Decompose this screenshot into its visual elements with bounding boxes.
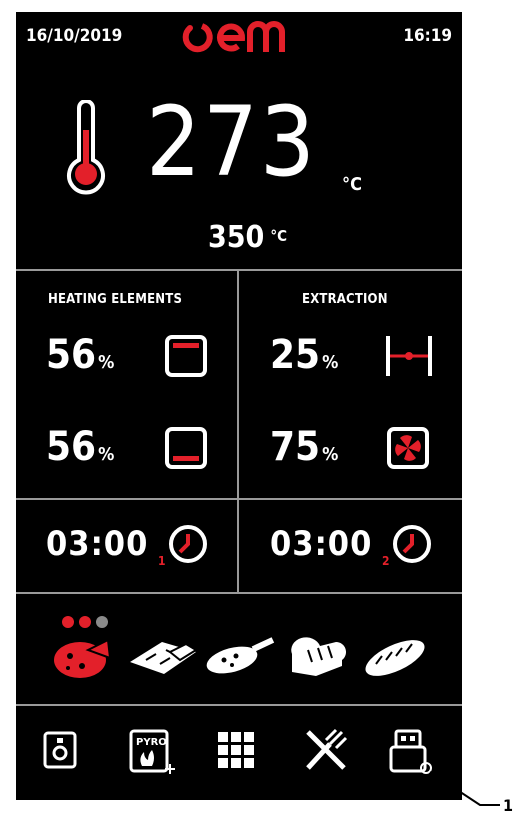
current-temperature-unit: °C	[342, 174, 362, 195]
tools-icon[interactable]	[304, 728, 348, 772]
divider	[16, 592, 462, 594]
time-label: 16:19	[403, 26, 452, 46]
brand-logo	[182, 16, 292, 64]
callout-number: 1	[502, 796, 513, 815]
level-dot	[62, 616, 74, 628]
callout-leader-line	[420, 762, 500, 806]
top-heating-unit: %	[98, 352, 115, 373]
extraction-title: EXTRACTION	[302, 292, 388, 307]
level-dot	[79, 616, 91, 628]
valve-value[interactable]: 25%	[270, 332, 338, 378]
date-label: 16/10/2019	[26, 26, 123, 46]
timer-2-value[interactable]: 03:00	[270, 524, 372, 564]
divider	[16, 498, 462, 500]
extraction-fan-icon[interactable]	[386, 426, 430, 470]
timer-2-index: 2	[382, 554, 390, 568]
top-heating-number: 56	[46, 332, 97, 378]
focaccia-tray-icon[interactable]	[126, 632, 200, 680]
oven-door-icon[interactable]	[42, 730, 78, 770]
bottom-heating-element-icon[interactable]	[164, 426, 208, 470]
oem-logo	[182, 21, 285, 53]
pyro-label: PYRO	[136, 737, 167, 748]
fan-unit: %	[322, 444, 339, 465]
bottom-heating-value[interactable]: 56%	[46, 424, 114, 470]
baguette-icon[interactable]	[360, 632, 430, 680]
set-temperature-unit: °C	[270, 227, 287, 245]
bottom-heating-unit: %	[98, 444, 115, 465]
valve-number: 25	[270, 332, 321, 378]
set-temperature[interactable]: 350 °C	[208, 220, 287, 255]
top-heating-value[interactable]: 56%	[46, 332, 114, 378]
divider	[16, 269, 462, 271]
divider	[237, 269, 239, 592]
pizza-icon[interactable]	[52, 630, 114, 682]
timer-1-value[interactable]: 03:00	[46, 524, 148, 564]
oven-screen: 16/10/2019 16:19 273 °C 350 °C HEATING EL…	[16, 12, 462, 800]
current-temperature: 273	[146, 86, 317, 198]
heating-elements-title: HEATING ELEMENTS	[48, 292, 183, 307]
extraction-valve-icon[interactable]	[384, 334, 434, 378]
fan-number: 75	[270, 424, 321, 470]
timer-1-index: 1	[158, 554, 166, 568]
divider	[16, 704, 462, 706]
set-temperature-value: 350	[208, 220, 265, 255]
bread-loaf-icon[interactable]	[286, 632, 346, 680]
fan-value[interactable]: 75%	[270, 424, 338, 470]
thermometer-icon	[67, 100, 105, 195]
valve-unit: %	[322, 352, 339, 373]
apps-grid-icon[interactable]	[216, 730, 256, 770]
pyro-cleaning-icon[interactable]: PYRO	[128, 728, 176, 776]
level-dot	[96, 616, 108, 628]
top-heating-element-icon[interactable]	[164, 334, 208, 378]
pizza-peel-icon[interactable]	[202, 632, 276, 680]
bottom-heating-number: 56	[46, 424, 97, 470]
